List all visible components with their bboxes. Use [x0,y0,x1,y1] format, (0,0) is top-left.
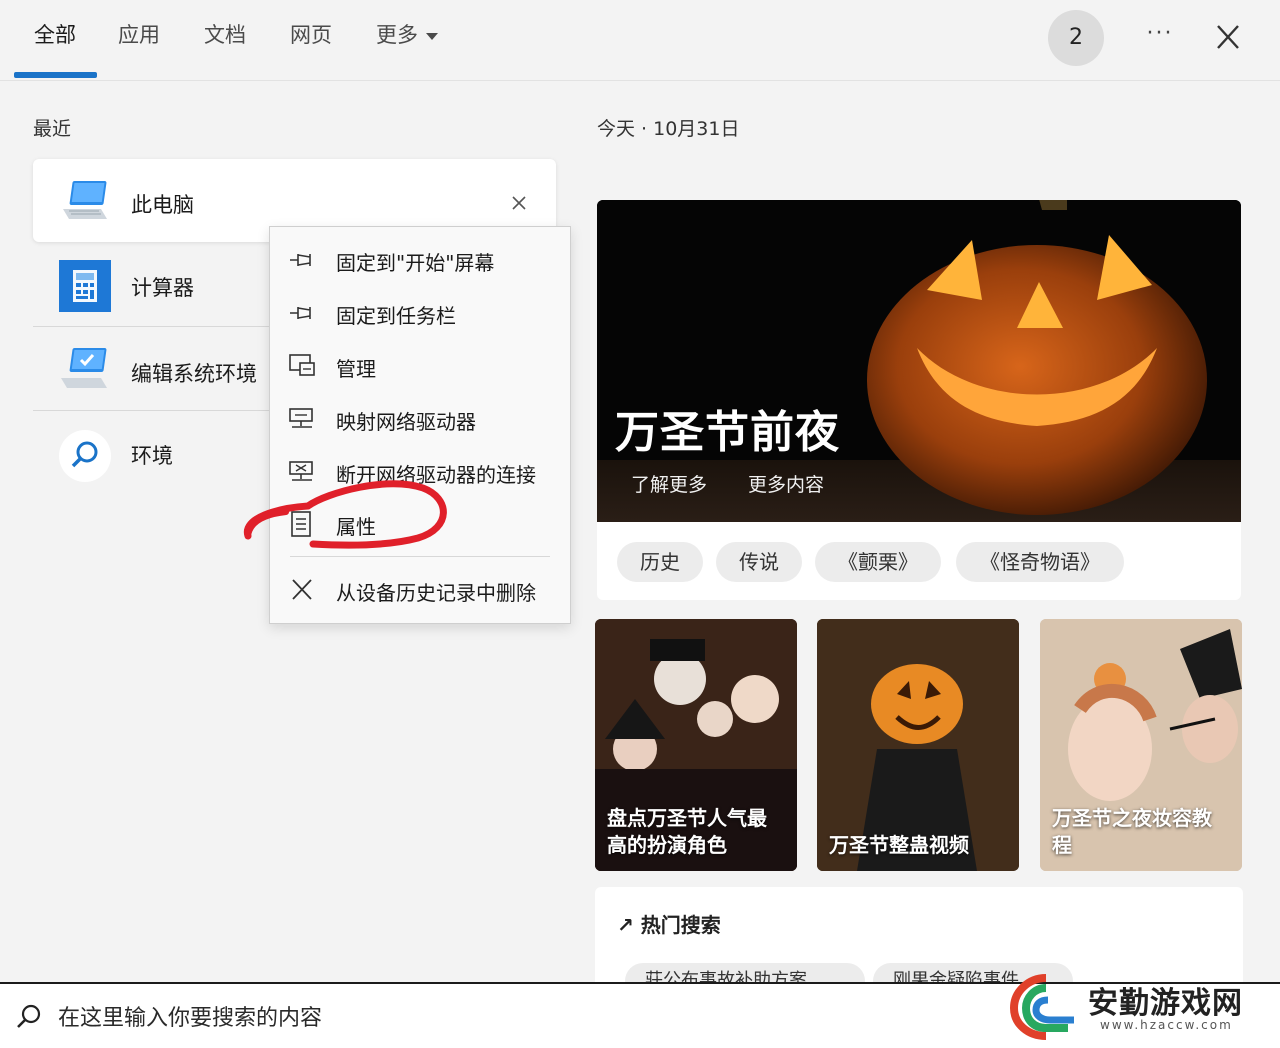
tab-apps[interactable]: 应用 [118,18,160,52]
close-icon[interactable] [1208,20,1248,56]
learn-more-link[interactable]: 了解更多 [631,470,707,497]
chip-history[interactable]: 历史 [617,542,703,582]
network-drive-icon [288,406,318,432]
watermark-url: www.hzaccw.com [1100,1018,1233,1032]
search-icon [59,430,111,482]
active-tab-indicator [14,72,97,78]
calculator-icon [59,260,111,312]
top-tab-bar: 全部 应用 文档 网页 更多 2 ··· [0,0,1280,81]
hero-card-halloween[interactable]: 万圣节前夜 了解更多 更多内容 [597,200,1241,522]
close-icon [288,577,318,603]
trending-title: ↗ 热门搜索 [617,909,721,938]
tab-all[interactable]: 全部 [34,18,76,52]
tab-documents[interactable]: 文档 [204,18,246,52]
watermark-emblem [1009,974,1074,1040]
watermark-logo: 安勤游戏网 www.hzaccw.com [1000,960,1280,1046]
divider [33,410,273,411]
trending-title-text: 热门搜索 [640,913,721,937]
manage-icon [288,353,318,379]
thumbnail-makeup-tutorial[interactable]: 万圣节之夜妆容教程 [1040,619,1242,871]
computer-icon [61,179,111,225]
chip-legend[interactable]: 传说 [716,542,802,582]
thumbnail-caption: 万圣节之夜妆容教程 [1052,806,1212,857]
recent-item-search-env[interactable]: 环境 [33,418,273,494]
thumbnail-costumes[interactable]: 盘点万圣节人气最高的扮演角色 [595,619,797,871]
more-options-icon[interactable]: ··· [1140,20,1180,52]
pin-icon [288,247,318,273]
today-date-label: 今天 · 10月31日 [597,118,740,140]
search-input[interactable]: 在这里输入你要搜索的内容 [58,1000,322,1032]
chevron-down-icon [426,32,438,40]
hero-title: 万圣节前夜 [615,407,840,458]
menu-label: 管理 [336,357,376,381]
menu-label: 固定到任务栏 [336,304,456,328]
recent-item-label: 编辑系统环境 [131,362,257,386]
rewards-badge[interactable]: 2 [1048,10,1104,66]
system-settings-icon [59,346,111,394]
thumbnail-caption: 盘点万圣节人气最高的扮演角色 [607,806,767,857]
search-icon [14,1002,44,1032]
recent-item-label: 计算器 [131,276,194,300]
chip-stranger-things[interactable]: 《怪奇物语》 [956,542,1124,582]
menu-label: 固定到"开始"屏幕 [336,251,495,275]
thumbnail-prank-video[interactable]: 万圣节整蛊视频 [817,619,1019,871]
topic-chips: 历史 传说 《颤栗》 《怪奇物语》 [597,522,1241,600]
tab-web[interactable]: 网页 [290,18,332,52]
menu-pin-to-start[interactable]: 固定到"开始"屏幕 [270,235,570,285]
menu-label: 映射网络驱动器 [336,410,476,434]
menu-remove-from-history[interactable]: 从设备历史记录中删除 [270,565,570,615]
pin-icon [288,300,318,326]
annotation-circle [243,480,447,549]
menu-label: 从设备历史记录中删除 [336,581,536,605]
menu-pin-to-taskbar[interactable]: 固定到任务栏 [270,288,570,338]
recent-item-calculator[interactable]: 计算器 [33,250,273,326]
menu-manage[interactable]: 管理 [270,341,570,391]
tab-more[interactable]: 更多 [376,18,438,52]
menu-map-network-drive[interactable]: 映射网络驱动器 [270,394,570,444]
tab-more-label: 更多 [376,23,418,47]
more-content-link[interactable]: 更多内容 [748,470,824,497]
trending-icon: ↗ [617,913,634,937]
recent-heading: 最近 [33,118,72,140]
recent-item-label: 此电脑 [131,193,194,217]
remove-icon[interactable] [509,193,529,213]
chip-thriller[interactable]: 《颤栗》 [815,542,941,582]
recent-item-edit-env[interactable]: 编辑系统环境 [33,334,273,410]
context-menu: 固定到"开始"屏幕 固定到任务栏 管理 映射网络驱动器 断开网络驱动器的连接 属… [269,226,571,624]
recent-item-label: 环境 [131,444,173,468]
watermark-text: 安勤游戏网 [1088,986,1243,1021]
divider [33,326,273,327]
thumbnail-caption: 万圣节整蛊视频 [829,833,969,857]
